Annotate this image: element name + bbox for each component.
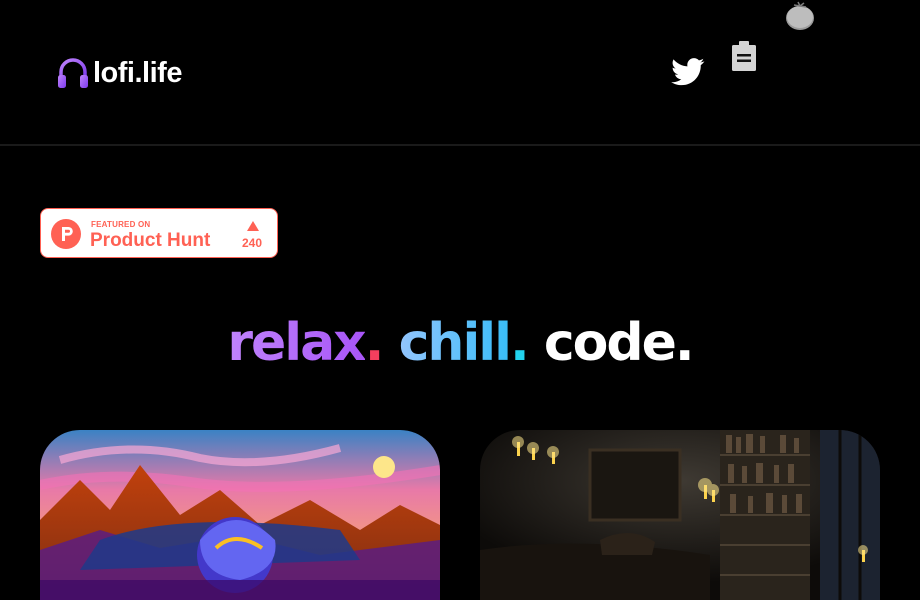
headphones-icon — [58, 58, 88, 88]
product-hunt-badge[interactable]: FEATURED ON Product Hunt 240 — [40, 208, 278, 258]
dark-library-image — [480, 430, 880, 600]
product-hunt-icon — [51, 219, 81, 249]
headline-chill-dot: . — [509, 313, 530, 373]
site-header: lofi.life — [0, 0, 920, 146]
upvote-arrow-icon — [247, 221, 259, 231]
tomato-icon[interactable] — [784, 1, 816, 31]
headline-relax-dot: . — [364, 313, 385, 373]
dark-library-card[interactable] — [480, 430, 880, 600]
twitter-icon[interactable] — [671, 58, 705, 86]
notes-icon[interactable] — [731, 40, 757, 72]
logo-text: lofi.life — [93, 57, 182, 89]
logo-link[interactable]: lofi.life — [57, 56, 182, 90]
ph-upvote-count: 240 — [241, 236, 263, 250]
retro-sunset-card[interactable] — [40, 430, 440, 600]
headline-relax: relax — [227, 313, 366, 373]
retro-sunset-image — [40, 430, 440, 600]
ph-name: Product Hunt — [90, 230, 211, 251]
ph-featured-label: FEATURED ON — [91, 220, 151, 229]
headline-code: code — [543, 313, 677, 373]
headline-chill: chill — [398, 313, 512, 373]
headline-code-dot: . — [674, 313, 695, 373]
headline: relax. chill. code. — [0, 310, 920, 376]
